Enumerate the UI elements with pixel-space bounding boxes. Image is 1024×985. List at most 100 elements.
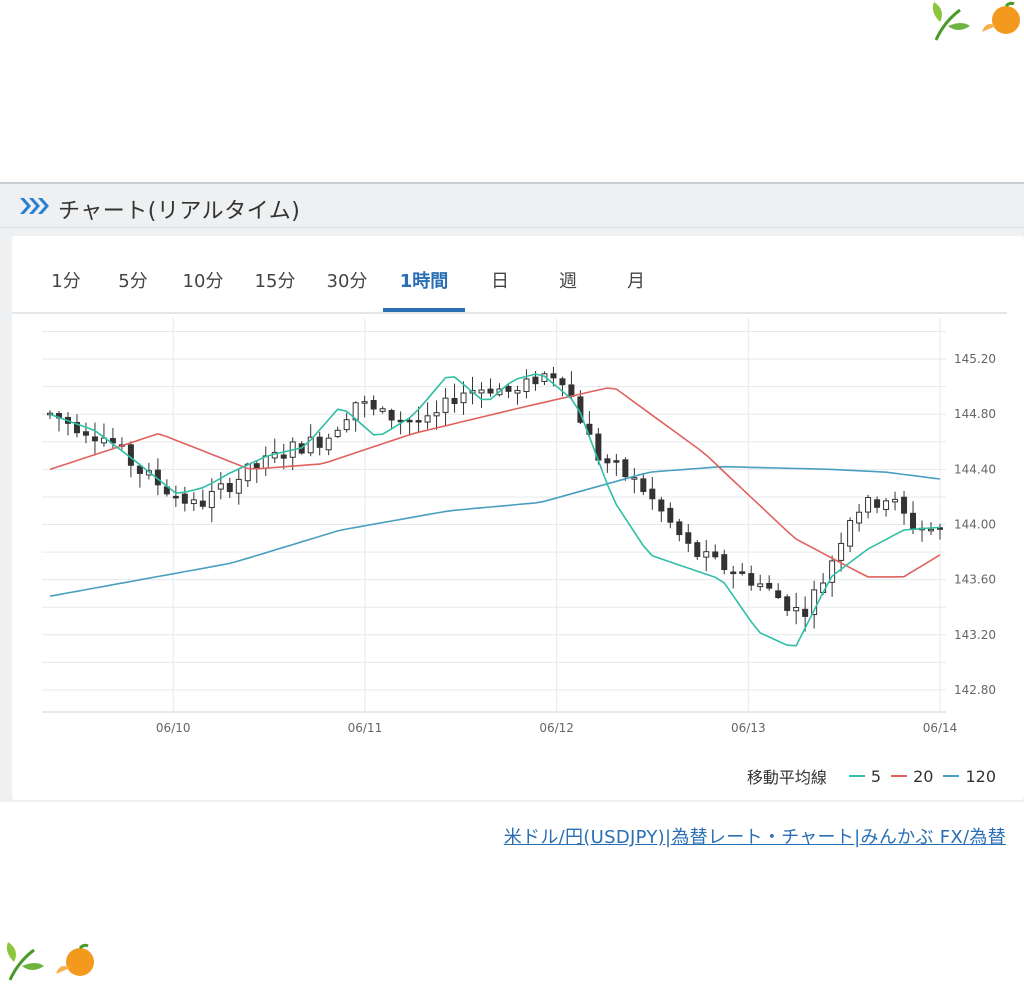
legend-label-ma120: 120 — [965, 766, 996, 786]
candle-body — [559, 378, 566, 386]
candle-body — [253, 463, 260, 469]
ma120-swatch — [943, 775, 960, 777]
legend-label-ma5: 5 — [870, 766, 882, 786]
ma20-line — [49, 387, 941, 578]
candle-body — [217, 483, 224, 490]
candle-body — [676, 521, 683, 536]
legend-item-ma120: 120 — [943, 767, 996, 786]
candle-body — [667, 507, 674, 523]
candle-body — [127, 444, 134, 466]
candle-body — [775, 590, 782, 599]
candle-body — [739, 571, 746, 574]
candle-body — [478, 389, 485, 394]
candle-body — [316, 436, 323, 448]
y-tick-label: 145.20 — [954, 352, 996, 366]
chart-card: 1分 5分 10分 15分 30分 1時間 日 週 月 06/10 06/11 06… — [12, 236, 1024, 800]
candle-body — [505, 385, 512, 392]
x-tick-label: 06/12 — [539, 721, 574, 735]
candle-body — [712, 551, 719, 558]
x-tick-label: 06/13 — [731, 721, 766, 735]
x-tick-label: 06/14 — [923, 721, 958, 735]
candle-body — [568, 384, 575, 397]
candle-body — [784, 596, 791, 611]
candle-body — [793, 607, 800, 612]
candle-body — [730, 571, 737, 575]
candle-body — [91, 436, 98, 442]
candle-body — [451, 397, 458, 405]
candle-body — [613, 460, 620, 463]
legend-title: 移動平均線 — [746, 768, 827, 787]
candle-body — [208, 490, 215, 509]
candle-body — [514, 389, 521, 394]
candle-body — [172, 495, 179, 499]
candle-body — [649, 488, 656, 500]
candle-body — [640, 478, 647, 493]
candle-body — [622, 459, 629, 478]
y-tick-label: 144.00 — [954, 518, 996, 532]
candle-body — [874, 499, 881, 508]
candle-body — [388, 409, 395, 421]
ma5-line — [49, 373, 941, 647]
y-tick-label: 143.20 — [954, 628, 996, 642]
chart-panel-header: チャート(リアルタイム) — [0, 182, 1024, 228]
moving-average-legend: 移動平均線 5 20 120 — [747, 764, 996, 788]
candle-body — [658, 499, 665, 512]
candle-body — [532, 376, 539, 385]
candle-body — [550, 373, 557, 379]
ma120-line — [49, 465, 941, 597]
candle-body — [856, 511, 863, 524]
panel-title: チャート(リアルタイム) — [58, 199, 301, 224]
candle-body — [280, 454, 287, 459]
candle-body — [361, 401, 368, 404]
candle-body — [523, 378, 530, 393]
candle-body — [325, 437, 332, 451]
candle-body — [82, 431, 89, 436]
candle-body — [334, 429, 341, 438]
candle-body — [685, 532, 692, 544]
legend-item-ma5: 5 — [848, 766, 882, 786]
source-link[interactable]: 米ドル/円(USDJPY)|為替レート・チャート|みんかぶ FX/為替 — [504, 823, 1006, 849]
leaf-orange-decoration-icon — [6, 942, 94, 981]
ma20-swatch — [891, 775, 908, 777]
candle-body — [748, 573, 755, 586]
candle-body — [604, 458, 611, 464]
candle-body — [865, 496, 872, 513]
candle-body — [235, 478, 242, 494]
candle-body — [415, 420, 422, 423]
legend-label-ma20: 20 — [913, 766, 934, 786]
candle-body — [883, 500, 890, 510]
candle-body — [433, 412, 440, 417]
leaf-orange-decoration-icon — [932, 1, 1020, 41]
y-tick-label: 143.60 — [954, 573, 996, 587]
candle-body — [631, 477, 638, 480]
candle-body — [487, 388, 494, 394]
triple-chevron-icon — [20, 198, 49, 214]
candle-body — [406, 419, 413, 423]
candle-body — [901, 496, 908, 514]
candle-body — [442, 397, 449, 413]
candle-body — [802, 608, 809, 617]
candle-body — [766, 582, 773, 589]
candle-body — [343, 419, 350, 431]
candle-body — [694, 542, 701, 557]
y-tick-label: 142.80 — [954, 683, 996, 697]
candle-body — [190, 499, 197, 505]
ma5-swatch — [848, 775, 865, 777]
candle-body — [136, 465, 143, 474]
x-tick-label: 06/10 — [156, 721, 191, 735]
candle-body — [226, 483, 233, 493]
usdjpy-candlestick-chart: 06/10 06/11 06/12 06/13 06/14 142.80 143.20 143… — [42, 318, 996, 735]
candle-body — [244, 463, 251, 482]
candle-body — [721, 554, 728, 571]
candle-body — [181, 493, 188, 504]
y-tick-label: 144.80 — [954, 407, 996, 421]
candle-body — [847, 520, 854, 547]
candle-body — [460, 392, 467, 404]
candle-body — [379, 408, 386, 412]
chart-panel-body: 1分 5分 10分 15分 30分 1時間 日 週 月 06/10 06/11 06… — [0, 228, 1024, 802]
candle-body — [910, 512, 917, 530]
candle-body — [370, 399, 377, 410]
x-tick-label: 06/11 — [348, 721, 383, 735]
candle-body — [199, 500, 206, 507]
legend-item-ma20: 20 — [891, 767, 933, 786]
